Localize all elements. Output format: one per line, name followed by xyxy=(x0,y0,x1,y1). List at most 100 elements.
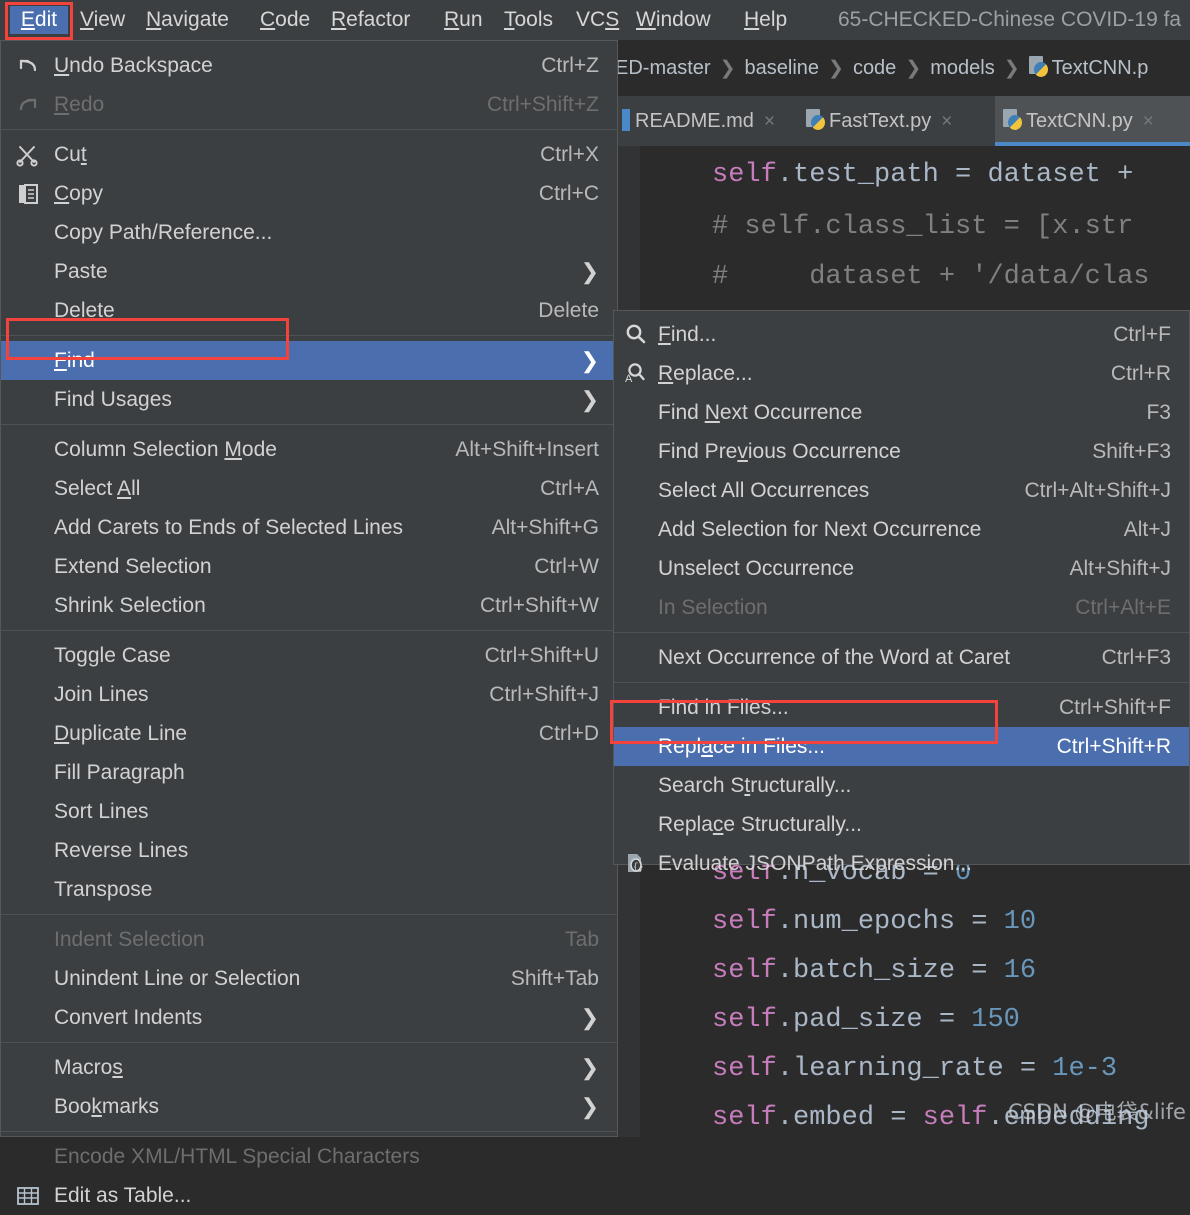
editor-tab-readme[interactable]: README.md × xyxy=(622,96,775,146)
menu-item-extend-selection[interactable]: Extend Selection Ctrl+W xyxy=(1,547,617,586)
menu-item-accel: Ctrl+Shift+J xyxy=(489,683,599,706)
breadcrumb-file[interactable]: TextCNN.p xyxy=(1052,57,1149,79)
menu-item-accel: Alt+J xyxy=(1123,518,1171,541)
menu-item-next-occurrence-word-at-caret[interactable]: Next Occurrence of the Word at Caret Ctr… xyxy=(614,638,1189,677)
breadcrumb-item-2[interactable]: code xyxy=(853,57,896,79)
menubar-item-run[interactable]: Run xyxy=(438,6,489,34)
menu-item-add-selection-next-occurrence[interactable]: Add Selection for Next Occurrence Alt+J xyxy=(614,510,1189,549)
menu-item-replace-structurally[interactable]: Replace Structurally... xyxy=(614,805,1189,844)
menu-separator xyxy=(1,1042,617,1043)
menu-item-find-dialog[interactable]: Find... Ctrl+F xyxy=(614,315,1189,354)
menu-item-transpose[interactable]: Transpose xyxy=(1,870,617,909)
menu-item-accel: Alt+Shift+J xyxy=(1069,557,1171,580)
menu-item-indent-selection[interactable]: Indent Selection Tab xyxy=(1,920,617,959)
close-icon[interactable]: × xyxy=(764,111,775,132)
code-line-learning-rate: self.learning_rate = 1e-3 xyxy=(712,1054,1118,1084)
close-icon[interactable]: × xyxy=(941,111,952,132)
menu-item-join-lines[interactable]: Join Lines Ctrl+Shift+J xyxy=(1,675,617,714)
menu-item-redo[interactable]: Redo Ctrl+Shift+Z xyxy=(1,85,617,124)
find-submenu-popup[interactable]: Find... Ctrl+F A Replace... Ctrl+R Find … xyxy=(613,310,1190,875)
menu-item-find-usages[interactable]: Find Usages ❯ xyxy=(1,380,617,419)
menubar-item-view[interactable]: View xyxy=(74,6,131,34)
breadcrumb[interactable]: ED-master ❯ baseline ❯ code ❯ models ❯ TextCNN.p xyxy=(615,46,1190,91)
breadcrumb-item-3[interactable]: models xyxy=(930,57,994,79)
menu-item-label: Column Selection Mode xyxy=(54,438,277,461)
menu-item-sort-lines[interactable]: Sort Lines xyxy=(1,792,617,831)
replace-icon: A xyxy=(623,361,649,385)
menu-item-find-next-occurrence[interactable]: Find Next Occurrence F3 xyxy=(614,393,1189,432)
menubar-item-help[interactable]: Help xyxy=(738,6,793,34)
menu-item-replace-in-files[interactable]: Replace in Files... Ctrl+Shift+R xyxy=(614,727,1189,766)
menubar-item-edit[interactable]: Edit xyxy=(10,6,68,34)
menu-item-find-previous-occurrence[interactable]: Find Previous Occurrence Shift+F3 xyxy=(614,432,1189,471)
menu-item-label: Add Carets to Ends of Selected Lines xyxy=(54,516,404,539)
menubar-item-refactor[interactable]: Refactor xyxy=(325,6,416,34)
menu-item-replace-dialog[interactable]: A Replace... Ctrl+R xyxy=(614,354,1189,393)
menu-item-unindent-line[interactable]: Unindent Line or Selection Shift+Tab xyxy=(1,959,617,998)
menu-item-select-all-occurrences[interactable]: Select All Occurrences Ctrl+Alt+Shift+J xyxy=(614,471,1189,510)
chevron-right-icon: ❯ xyxy=(580,1094,599,1119)
menu-item-accel: Ctrl+Shift+F xyxy=(1058,696,1171,719)
menu-item-unselect-occurrence[interactable]: Unselect Occurrence Alt+Shift+J xyxy=(614,549,1189,588)
menu-item-toggle-case[interactable]: Toggle Case Ctrl+Shift+U xyxy=(1,636,617,675)
menu-item-label: Paste xyxy=(54,260,108,283)
menu-item-find[interactable]: Find ❯ xyxy=(1,341,617,380)
menubar-item-tools[interactable]: Tools xyxy=(498,6,559,34)
menu-item-evaluate-jsonpath[interactable]: {} Evaluate JSONPath Expression... xyxy=(614,844,1189,883)
editor-tab-fasttext[interactable]: FastText.py × xyxy=(806,96,952,146)
menu-item-accel: Shift+F3 xyxy=(1092,440,1171,463)
menu-item-paste[interactable]: Paste ❯ xyxy=(1,252,617,291)
edit-menu-popup[interactable]: Undo Backspace Ctrl+Z Redo Ctrl+Shift+Z … xyxy=(0,40,618,1207)
menu-item-accel: Ctrl+Z xyxy=(541,54,599,77)
menu-item-label: Find... xyxy=(658,323,717,346)
menu-item-label: Duplicate Line xyxy=(54,722,188,745)
copy-icon xyxy=(15,182,41,206)
editor-tab-textcnn[interactable]: TextCNN.py × xyxy=(995,96,1190,146)
menu-item-search-structurally[interactable]: Search Structurally... xyxy=(614,766,1189,805)
breadcrumb-item-0[interactable]: ED-master xyxy=(615,57,711,79)
menu-item-delete[interactable]: Delete Delete xyxy=(1,291,617,330)
menu-item-accel: Ctrl+Shift+U xyxy=(484,644,599,667)
tab-label: FastText.py xyxy=(829,110,932,132)
close-icon[interactable]: × xyxy=(1143,111,1154,132)
menubar-item-code[interactable]: Code xyxy=(254,6,316,34)
menu-item-label: Delete xyxy=(54,299,115,322)
menu-item-duplicate-line[interactable]: Duplicate Line Ctrl+D xyxy=(1,714,617,753)
code-line-class-list-comment: # self.class_list = [x.str xyxy=(712,212,1134,242)
menu-item-convert-indents[interactable]: Convert Indents ❯ xyxy=(1,998,617,1037)
menu-item-add-carets[interactable]: Add Carets to Ends of Selected Lines Alt… xyxy=(1,508,617,547)
menu-item-label: Find xyxy=(54,349,95,372)
menubar-item-navigate[interactable]: Navigate xyxy=(140,6,235,34)
menu-item-copy[interactable]: Copy Ctrl+C xyxy=(1,174,617,213)
menu-item-select-all[interactable]: Select All Ctrl+A xyxy=(1,469,617,508)
menu-separator xyxy=(1,914,617,915)
python-file-icon xyxy=(1003,109,1023,131)
menubar-item-vcs[interactable]: VCS xyxy=(570,6,625,34)
menu-item-in-selection[interactable]: In Selection Ctrl+Alt+E xyxy=(614,588,1189,627)
chevron-right-icon: ❯ xyxy=(719,58,736,79)
menu-item-label: Edit as Table... xyxy=(54,1184,192,1207)
menu-separator xyxy=(614,682,1189,683)
menu-separator xyxy=(1,1131,617,1132)
breadcrumb-item-1[interactable]: baseline xyxy=(745,57,820,79)
menu-item-label: Cut xyxy=(54,143,87,166)
menu-item-reverse-lines[interactable]: Reverse Lines xyxy=(1,831,617,870)
menu-item-copy-path[interactable]: Copy Path/Reference... xyxy=(1,213,617,252)
menu-item-edit-as-table[interactable]: Edit as Table... xyxy=(1,1176,617,1215)
markdown-icon xyxy=(622,109,630,131)
menu-item-bookmarks[interactable]: Bookmarks ❯ xyxy=(1,1087,617,1126)
menu-separator xyxy=(1,335,617,336)
menu-item-cut[interactable]: Cut Ctrl+X xyxy=(1,135,617,174)
menu-item-accel: Tab xyxy=(565,928,599,951)
menu-item-label: Evaluate JSONPath Expression... xyxy=(658,852,972,875)
menu-item-label: Find Next Occurrence xyxy=(658,401,863,424)
menu-item-accel: Ctrl+F3 xyxy=(1101,646,1171,669)
menu-item-shrink-selection[interactable]: Shrink Selection Ctrl+Shift+W xyxy=(1,586,617,625)
menu-item-encode-xml[interactable]: Encode XML/HTML Special Characters xyxy=(1,1137,617,1176)
menu-item-find-in-files[interactable]: Find in Files... Ctrl+Shift+F xyxy=(614,688,1189,727)
menu-item-macros[interactable]: Macros ❯ xyxy=(1,1048,617,1087)
menubar-item-window[interactable]: Window xyxy=(630,6,717,34)
menu-item-fill-paragraph[interactable]: Fill Paragraph xyxy=(1,753,617,792)
menu-item-column-selection-mode[interactable]: Column Selection Mode Alt+Shift+Insert xyxy=(1,430,617,469)
menu-item-undo[interactable]: Undo Backspace Ctrl+Z xyxy=(1,46,617,85)
